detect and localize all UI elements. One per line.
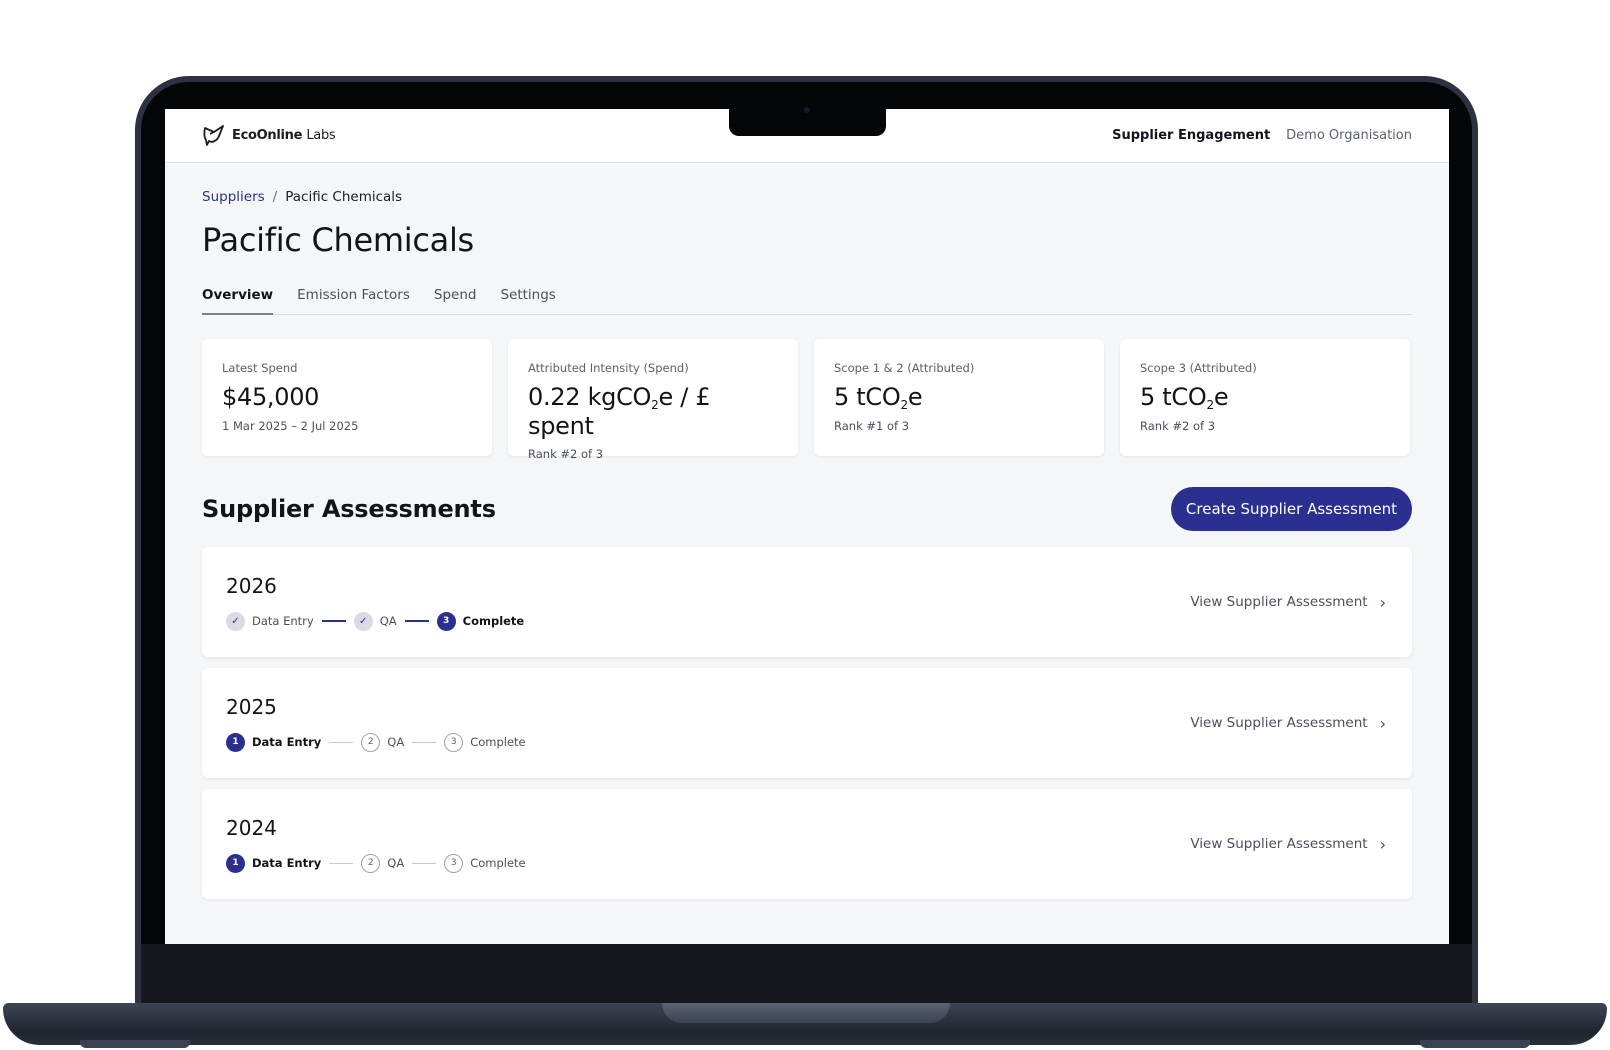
step-qa: 2 QA xyxy=(361,853,405,873)
step-label: QA xyxy=(387,856,405,870)
tab-overview[interactable]: Overview xyxy=(202,279,274,315)
organisation-switcher[interactable]: Demo Organisation xyxy=(1286,128,1412,143)
assessment-card-2024[interactable]: 2024 1 Data Entry 2 QA 3 Complete View S… xyxy=(202,789,1412,899)
metric-subtext: Rank #1 of 3 xyxy=(834,419,910,433)
tab-settings[interactable]: Settings xyxy=(500,279,555,314)
metric-value: 0.22 kgCO2e / £ spent xyxy=(528,383,711,440)
logo-text: EcoOnline Labs xyxy=(232,128,336,143)
view-supplier-assessment-link[interactable]: View Supplier Assessment › xyxy=(1190,593,1386,612)
metric-card-attributed-intensity: Attributed Intensity (Spend) 0.22 kgCO2e… xyxy=(508,339,798,461)
step-label: QA xyxy=(387,735,405,749)
step-label: Data Entry xyxy=(252,735,322,749)
step-number: 3 xyxy=(444,732,464,752)
page-title: Pacific Chemicals xyxy=(202,221,474,259)
step-qa: 2 QA xyxy=(361,732,405,752)
progress-stepper: 1 Data Entry 2 QA 3 Complete xyxy=(226,853,526,873)
tab-spend[interactable]: Spend xyxy=(434,279,477,314)
step-data-entry: 1 Data Entry xyxy=(226,853,322,873)
laptop-hinge-notch xyxy=(662,1003,950,1023)
step-number: 1 xyxy=(226,732,245,752)
bird-logo-icon xyxy=(203,124,224,146)
laptop-chin xyxy=(141,944,1472,1004)
create-supplier-assessment-button[interactable]: Create Supplier Assessment xyxy=(1171,487,1412,531)
chevron-right-icon: › xyxy=(1379,592,1386,612)
nav-supplier-engagement[interactable]: Supplier Engagement xyxy=(1112,128,1270,143)
step-label: QA xyxy=(379,614,397,628)
laptop-foot-right xyxy=(1420,1040,1530,1048)
metric-value: 5 tCO2e xyxy=(1140,383,1229,412)
metric-subtext: 1 Mar 2025 – 2 Jul 2025 xyxy=(222,419,359,433)
step-label: Complete xyxy=(462,614,525,628)
check-icon: ✓ xyxy=(226,611,245,631)
metric-card-scope-3: Scope 3 (Attributed) 5 tCO2e Rank #2 of … xyxy=(1120,339,1410,456)
metric-card-scope-1-2: Scope 1 & 2 (Attributed) 5 tCO2e Rank #1… xyxy=(814,339,1104,456)
breadcrumb-separator: / xyxy=(272,189,278,205)
step-label: Complete xyxy=(470,735,526,749)
breadcrumb-current: Pacific Chemicals xyxy=(285,189,403,205)
step-number: 1 xyxy=(226,853,245,873)
step-connector xyxy=(321,620,346,622)
view-link-label: View Supplier Assessment xyxy=(1190,715,1368,731)
step-connector xyxy=(329,862,354,864)
chevron-right-icon: › xyxy=(1379,834,1386,854)
assessment-info: 2025 1 Data Entry 2 QA 3 Complete xyxy=(226,695,526,752)
camera-icon xyxy=(804,107,810,113)
assessments-header: Supplier Assessments Create Supplier Ass… xyxy=(202,487,1412,531)
check-icon: ✓ xyxy=(353,611,373,631)
assessment-card-2025[interactable]: 2025 1 Data Entry 2 QA 3 Complete View S… xyxy=(202,668,1412,778)
step-complete: 3 Complete xyxy=(444,732,526,752)
step-complete: 3 Complete xyxy=(436,611,525,631)
step-connector xyxy=(412,741,437,743)
view-supplier-assessment-link[interactable]: View Supplier Assessment › xyxy=(1190,835,1386,854)
step-complete: 3 Complete xyxy=(444,853,526,873)
screen: EcoOnline Labs Supplier Engagement Demo … xyxy=(165,109,1449,944)
step-label: Complete xyxy=(470,856,526,870)
metric-value: $45,000 xyxy=(222,383,320,411)
assessment-year: 2026 xyxy=(226,573,277,598)
assessment-list: 2026 ✓ Data Entry ✓ QA 3 Complete View S… xyxy=(202,547,1412,899)
breadcrumb: Suppliers / Pacific Chemicals xyxy=(202,189,1412,205)
metrics-row: Latest Spend $45,000 1 Mar 2025 – 2 Jul … xyxy=(202,339,1412,461)
breadcrumb-suppliers-link[interactable]: Suppliers xyxy=(202,189,265,205)
laptop-foot-left xyxy=(80,1040,190,1048)
metric-subtext: Rank #2 of 3 xyxy=(528,447,604,461)
step-qa: ✓ QA xyxy=(353,611,397,631)
step-connector xyxy=(404,620,429,622)
progress-stepper: ✓ Data Entry ✓ QA 3 Complete xyxy=(226,611,525,631)
step-label: Data Entry xyxy=(252,614,314,628)
step-label: Data Entry xyxy=(252,856,322,870)
header-nav: Supplier Engagement Demo Organisation xyxy=(1112,128,1412,143)
view-link-label: View Supplier Assessment xyxy=(1190,836,1368,852)
view-supplier-assessment-link[interactable]: View Supplier Assessment › xyxy=(1190,714,1386,733)
progress-stepper: 1 Data Entry 2 QA 3 Complete xyxy=(226,732,526,752)
step-number: 3 xyxy=(436,611,456,631)
step-data-entry: 1 Data Entry xyxy=(226,732,322,752)
camera-notch xyxy=(729,106,886,136)
assessment-info: 2026 ✓ Data Entry ✓ QA 3 Complete xyxy=(226,574,524,631)
assessment-info: 2024 1 Data Entry 2 QA 3 Complete xyxy=(226,816,526,873)
tab-bar: Overview Emission Factors Spend Settings xyxy=(202,279,1412,315)
step-number: 3 xyxy=(444,853,464,873)
logo[interactable]: EcoOnline Labs xyxy=(202,123,336,149)
step-connector xyxy=(412,862,437,864)
assessment-year: 2025 xyxy=(226,694,277,719)
metric-label: Attributed Intensity (Spend) xyxy=(528,361,689,375)
metric-card-latest-spend: Latest Spend $45,000 1 Mar 2025 – 2 Jul … xyxy=(202,339,492,456)
metric-label: Latest Spend xyxy=(222,361,298,375)
assessment-card-2026[interactable]: 2026 ✓ Data Entry ✓ QA 3 Complete View S… xyxy=(202,547,1412,657)
chevron-right-icon: › xyxy=(1379,713,1386,733)
section-title: Supplier Assessments xyxy=(202,495,496,523)
view-link-label: View Supplier Assessment xyxy=(1190,594,1368,610)
step-data-entry: ✓ Data Entry xyxy=(226,611,314,631)
main-content: Suppliers / Pacific Chemicals Pacific Ch… xyxy=(165,163,1449,899)
step-connector xyxy=(329,741,354,743)
metric-label: Scope 1 & 2 (Attributed) xyxy=(834,361,975,375)
tab-emission-factors[interactable]: Emission Factors xyxy=(297,279,410,314)
metric-value: 5 tCO2e xyxy=(834,383,923,412)
step-number: 2 xyxy=(361,853,381,873)
assessment-year: 2024 xyxy=(226,815,277,840)
step-number: 2 xyxy=(361,732,381,752)
metric-label: Scope 3 (Attributed) xyxy=(1140,361,1257,375)
metric-subtext: Rank #2 of 3 xyxy=(1140,419,1216,433)
